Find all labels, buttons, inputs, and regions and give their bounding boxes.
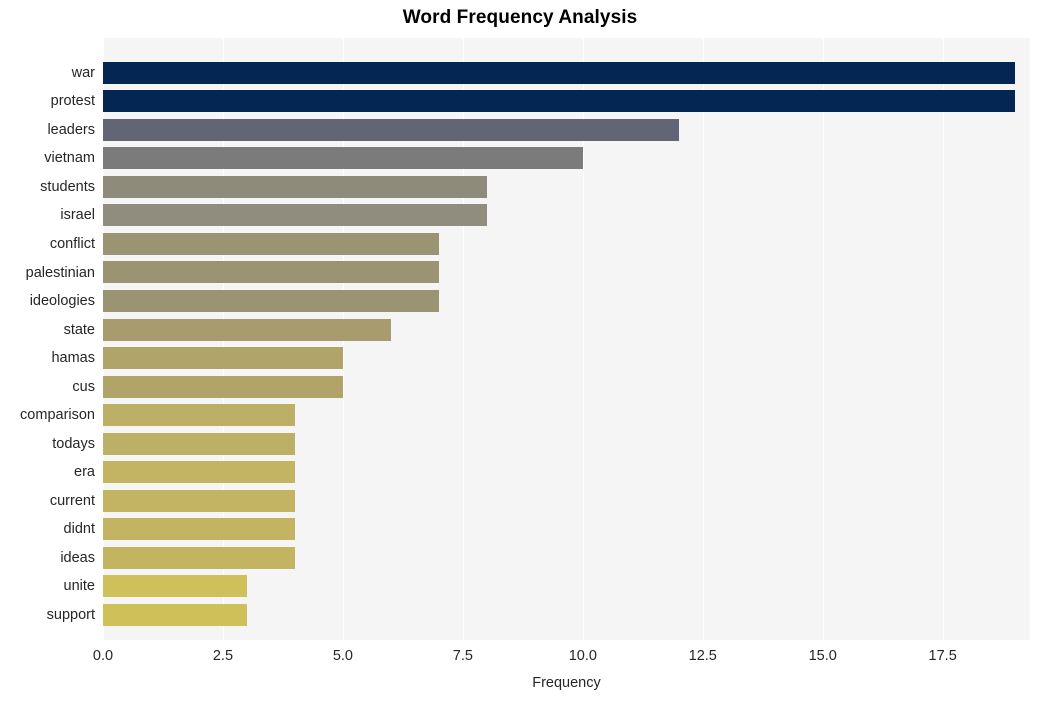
bar-row	[103, 372, 1030, 401]
bar-row	[103, 230, 1030, 259]
bar-ideas	[103, 546, 295, 569]
bar-row	[103, 258, 1030, 287]
x-axis-tick-labels: 0.0 2.5 5.0 7.5 10.0 12.5 15.0 17.5	[0, 648, 1040, 668]
bar-war	[103, 61, 1015, 84]
bar-palestinian	[103, 261, 439, 284]
bar-row	[103, 458, 1030, 487]
x-tick-label-5: 12.5	[688, 648, 717, 664]
y-tick-label-palestinian: palestinian	[25, 264, 95, 281]
y-tick-label-hamas: hamas	[51, 350, 95, 367]
bar-row	[103, 315, 1030, 344]
bar-students	[103, 175, 487, 198]
x-axis-title: Frequency	[532, 675, 601, 691]
bar-vietnam	[103, 147, 583, 170]
x-tick-label-3: 7.5	[452, 648, 473, 664]
bar-row	[103, 173, 1030, 202]
bar-row	[103, 116, 1030, 145]
x-tick-label-2: 5.0	[332, 648, 353, 664]
bar-current	[103, 489, 295, 512]
bar-cus	[103, 375, 343, 398]
y-tick-label-era: era	[74, 464, 95, 481]
y-tick-label-students: students	[40, 178, 95, 195]
plot-area	[103, 38, 1030, 640]
bar-row	[103, 201, 1030, 230]
y-tick-label-didnt: didnt	[63, 521, 95, 538]
bar-row	[103, 544, 1030, 573]
y-tick-label-leaders: leaders	[47, 121, 95, 138]
y-tick-label-state: state	[63, 321, 95, 338]
x-tick-label-7: 17.5	[928, 648, 957, 664]
bar-israel	[103, 204, 487, 227]
x-tick-label-4: 10.0	[568, 648, 597, 664]
y-tick-label-support: support	[46, 606, 95, 623]
bar-protest	[103, 90, 1015, 113]
bar-row	[103, 487, 1030, 516]
y-tick-label-comparison: comparison	[20, 407, 95, 424]
x-tick-label-1: 2.5	[212, 648, 234, 664]
bar-row	[103, 401, 1030, 430]
bar-unite	[103, 575, 247, 598]
bar-era	[103, 461, 295, 484]
y-tick-label-unite: unite	[63, 578, 95, 595]
bar-row	[103, 344, 1030, 373]
bar-row	[103, 87, 1030, 116]
bar-didnt	[103, 518, 295, 541]
y-tick-label-conflict: conflict	[49, 235, 95, 252]
bar-ideologies	[103, 289, 439, 312]
bar-row	[103, 287, 1030, 316]
y-tick-label-ideologies: ideologies	[29, 293, 95, 310]
y-tick-label-todays: todays	[52, 435, 95, 452]
y-tick-label-israel: israel	[60, 207, 95, 224]
chart-title: Word Frequency Analysis	[402, 7, 638, 28]
bar-row	[103, 144, 1030, 173]
bar-row	[103, 515, 1030, 544]
bar-state	[103, 318, 391, 341]
y-tick-label-protest: protest	[50, 93, 95, 110]
y-tick-label-ideas: ideas	[60, 549, 95, 566]
x-tick-label-6: 15.0	[808, 648, 837, 664]
bar-support	[103, 603, 247, 626]
x-tick-label-0: 0.0	[92, 648, 114, 664]
bar-conflict	[103, 232, 439, 255]
bar-hamas	[103, 347, 343, 370]
chart-figure: Word Frequency Analysis war protest leader…	[0, 0, 1040, 701]
bar-row	[103, 601, 1030, 630]
y-tick-label-vietnam: vietnam	[44, 150, 95, 167]
bar-row	[103, 429, 1030, 458]
y-axis-tick-labels: war protest leaders vietnam students israel co…	[0, 38, 95, 640]
y-tick-label-cus: cus	[72, 378, 95, 395]
y-tick-label-current: current	[49, 492, 95, 509]
y-tick-label-war: war	[71, 64, 95, 81]
bar-row	[103, 59, 1030, 88]
bar-row	[103, 572, 1030, 601]
bar-leaders	[103, 118, 679, 141]
bar-comparison	[103, 404, 295, 427]
bar-todays	[103, 432, 295, 455]
